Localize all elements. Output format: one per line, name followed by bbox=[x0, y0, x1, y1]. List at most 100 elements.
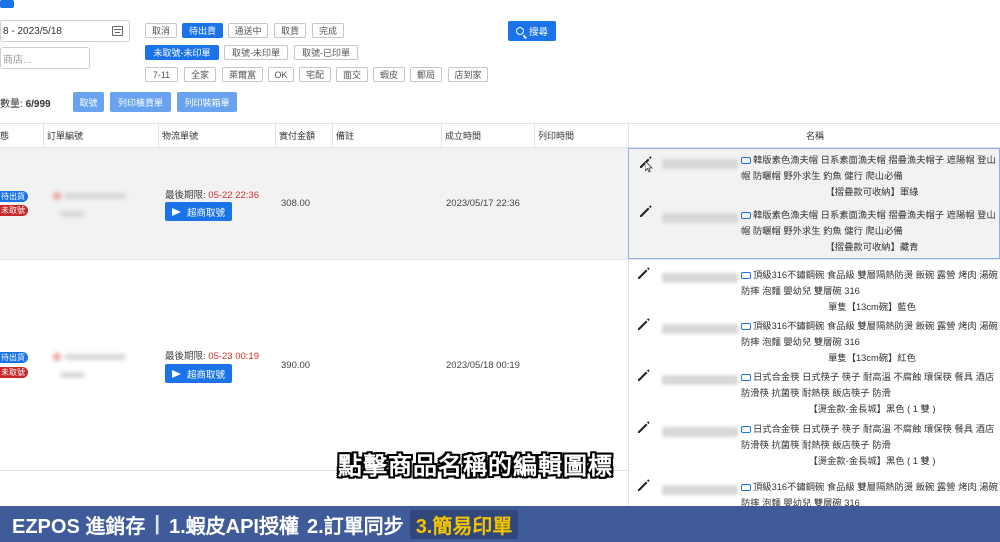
product-spec: 【燙金款-金長城】黑色 ( 1 雙 ) bbox=[808, 456, 936, 466]
chip-complete[interactable]: 完成 bbox=[312, 23, 344, 38]
col-divider bbox=[158, 124, 159, 147]
product-thumbnail-icon bbox=[741, 212, 751, 220]
product-spec: 【摺疊款可收納】軍綠 bbox=[825, 187, 919, 197]
col-logistics-no: 物流單號 bbox=[162, 131, 199, 141]
blurred-order-icon bbox=[53, 192, 61, 200]
chip-hilife[interactable]: 萊爾富 bbox=[222, 67, 263, 82]
product-item[interactable]: 日式合金筷 日式筷子 筷子 耐高溫 不腐蝕 環保筷 餐具 酒店 防滑筷 抗菌筷 … bbox=[741, 369, 1000, 417]
edit-pencil-icon[interactable] bbox=[636, 367, 652, 383]
edit-pencil-icon[interactable] bbox=[636, 419, 652, 435]
store-placeholder: 商店... bbox=[3, 54, 32, 66]
product-item[interactable]: 韓版素色漁夫帽 日系素面漁夫帽 摺疊漁夫帽子 遮陽帽 登山 帽 防曬帽 野外求生… bbox=[741, 152, 1000, 200]
date-range-input[interactable]: 8 - 2023/5/18 bbox=[0, 20, 130, 42]
chip-home-delivery[interactable]: 宅配 bbox=[299, 67, 331, 82]
status-badge: 待出貨 bbox=[0, 191, 28, 202]
banner-brand: EZPOS 進銷存 bbox=[12, 515, 146, 538]
banner-step-2: 2.訂單同步 bbox=[307, 515, 404, 538]
chip-store-to-home[interactable]: 店到家 bbox=[448, 67, 488, 82]
deadline-date: 05-23 00:19 bbox=[208, 351, 259, 362]
print-packing-button[interactable]: 列印裝箱單 bbox=[177, 92, 237, 112]
product-thumbnail-icon bbox=[741, 484, 751, 492]
chip-numbered-unprinted[interactable]: 取號-未印單 bbox=[224, 45, 288, 60]
calendar-icon[interactable] bbox=[112, 26, 123, 36]
amount: 390.00 bbox=[281, 360, 311, 371]
order-count: 數量: 6/999 bbox=[0, 95, 51, 110]
blurred-sku bbox=[662, 375, 738, 385]
product-title-cont: 帽 防曬帽 野外求生 釣魚 健行 爬山必備 bbox=[741, 226, 903, 236]
created-time: 2023/05/17 22:36 bbox=[446, 198, 520, 209]
edit-pencil-icon[interactable] bbox=[638, 203, 654, 219]
top-partial-button[interactable] bbox=[0, 0, 14, 8]
product-title: 日式合金筷 日式筷子 筷子 耐高溫 不腐蝕 環保筷 餐具 酒店 bbox=[753, 372, 995, 382]
banner-step-1: 1.蝦皮API授權 bbox=[168, 515, 299, 538]
chip-pending-ship[interactable]: 待出貨 bbox=[182, 23, 223, 38]
product-thumbnail-icon bbox=[741, 272, 751, 280]
search-icon bbox=[515, 27, 527, 39]
product-item[interactable]: 日式合金筷 日式筷子 筷子 耐高溫 不腐蝕 環保筷 餐具 酒店 防滑筷 抗菌筷 … bbox=[741, 421, 1000, 469]
blurred-sku bbox=[662, 273, 738, 283]
deadline-label: 最後期限: bbox=[165, 190, 206, 201]
chip-family[interactable]: 全家 bbox=[184, 67, 216, 82]
chip-shopee[interactable]: 蝦皮 bbox=[373, 67, 405, 82]
product-item[interactable]: 頂級316不鏽鋼碗 食品級 雙層隔熱防燙 飯碗 露營 烤肉 湯碗 防摔 泡麵 嬰… bbox=[741, 267, 1000, 315]
deadline: 最後期限: 05-22 22:36 bbox=[165, 187, 259, 201]
chip-face-to-face[interactable]: 面交 bbox=[336, 67, 368, 82]
chip-cancel[interactable]: 取消 bbox=[145, 23, 177, 38]
status-badge: 待出貨 bbox=[0, 352, 28, 363]
edit-pencil-icon[interactable] bbox=[636, 316, 652, 332]
blurred-order-number bbox=[64, 193, 126, 199]
col-divider bbox=[534, 124, 535, 147]
store-input[interactable]: 商店... bbox=[0, 47, 90, 69]
col-note: 備註 bbox=[336, 131, 355, 141]
product-item[interactable]: 頂級316不鏽鋼碗 食品級 雙層隔熱防燙 飯碗 露營 烤肉 湯碗 防摔 泡麵 嬰… bbox=[741, 318, 1000, 366]
product-title: 韓版素色漁夫帽 日系素面漁夫帽 摺疊漁夫帽子 遮陽帽 登山 bbox=[753, 210, 996, 220]
product-thumbnail-icon bbox=[741, 157, 751, 165]
product-title-cont: 防摔 泡麵 嬰幼兒 雙層碗 316 bbox=[741, 337, 860, 347]
col-status: 態 bbox=[0, 131, 10, 141]
blurred-sku bbox=[662, 324, 738, 334]
search-button[interactable]: 搜尋 bbox=[508, 21, 556, 41]
product-thumbnail-icon bbox=[741, 374, 751, 382]
product-spec: 【摺疊款可收納】藏青 bbox=[825, 242, 919, 252]
edit-pencil-icon[interactable] bbox=[636, 477, 652, 493]
status-badge: 未取號 bbox=[0, 367, 28, 378]
chip-no-number-unprinted[interactable]: 未取號-未印單 bbox=[145, 45, 219, 60]
col-divider bbox=[441, 124, 442, 147]
product-spec: 【燙金款-金長城】黑色 ( 1 雙 ) bbox=[808, 404, 936, 414]
col-product-name: 名稱 bbox=[806, 131, 825, 141]
chip-ok[interactable]: OK bbox=[268, 67, 294, 82]
col-order-no: 訂單編號 bbox=[47, 131, 84, 141]
claim-number-button[interactable]: 超商取號 bbox=[165, 364, 232, 383]
row-divider bbox=[0, 259, 1000, 260]
chip-pickup[interactable]: 取貨 bbox=[274, 23, 306, 38]
product-title: 日式合金筷 日式筷子 筷子 耐高溫 不腐蝕 環保筷 餐具 酒店 bbox=[753, 424, 995, 434]
product-thumbnail-icon bbox=[741, 426, 751, 434]
bottom-banner: EZPOS 進銷存 | 1.蝦皮API授權 2.訂單同步 3.簡易印單 bbox=[0, 506, 1000, 542]
chip-numbered-printed[interactable]: 取號-已印單 bbox=[294, 45, 358, 60]
product-title: 頂級316不鏽鋼碗 食品級 雙層隔熱防燙 飯碗 露營 烤肉 湯碗 bbox=[753, 482, 998, 492]
col-divider bbox=[275, 124, 276, 147]
col-amount: 實付金額 bbox=[279, 131, 316, 141]
product-spec: 單隻【13cm碗】藍色 bbox=[828, 302, 916, 312]
table-header-top-border bbox=[0, 123, 1000, 124]
claim-number-label: 超商取號 bbox=[186, 207, 225, 219]
take-number-button[interactable]: 取號 bbox=[73, 92, 104, 112]
send-icon bbox=[171, 207, 181, 216]
product-title-cont: 帽 防曬帽 野外求生 釣魚 健行 爬山必備 bbox=[741, 171, 903, 181]
col-divider bbox=[332, 124, 333, 147]
claim-number-button[interactable]: 超商取號 bbox=[165, 202, 232, 221]
chip-711[interactable]: 7-11 bbox=[145, 67, 178, 82]
blurred-sku bbox=[662, 485, 738, 495]
chip-post[interactable]: 郵局 bbox=[410, 67, 442, 82]
product-thumbnail-icon bbox=[741, 323, 751, 331]
blurred-order-number bbox=[64, 354, 126, 360]
blurred-buyer-name bbox=[60, 372, 85, 378]
product-title: 頂級316不鏽鋼碗 食品級 雙層隔熱防燙 飯碗 露營 烤肉 湯碗 bbox=[753, 321, 998, 331]
product-item[interactable]: 韓版素色漁夫帽 日系素面漁夫帽 摺疊漁夫帽子 遮陽帽 登山 帽 防曬帽 野外求生… bbox=[741, 207, 1000, 255]
product-title-cont: 防滑筷 抗菌筷 耐熱筷 飯店筷子 防滑 bbox=[741, 440, 891, 450]
edit-pencil-icon[interactable] bbox=[636, 265, 652, 281]
date-range-value: 8 - 2023/5/18 bbox=[3, 25, 62, 37]
print-shipping-button[interactable]: 列印橫貨單 bbox=[110, 92, 171, 112]
product-title: 韓版素色漁夫帽 日系素面漁夫帽 摺疊漁夫帽子 遮陽帽 登山 bbox=[753, 155, 996, 165]
chip-in-transit[interactable]: 通送中 bbox=[228, 23, 268, 38]
